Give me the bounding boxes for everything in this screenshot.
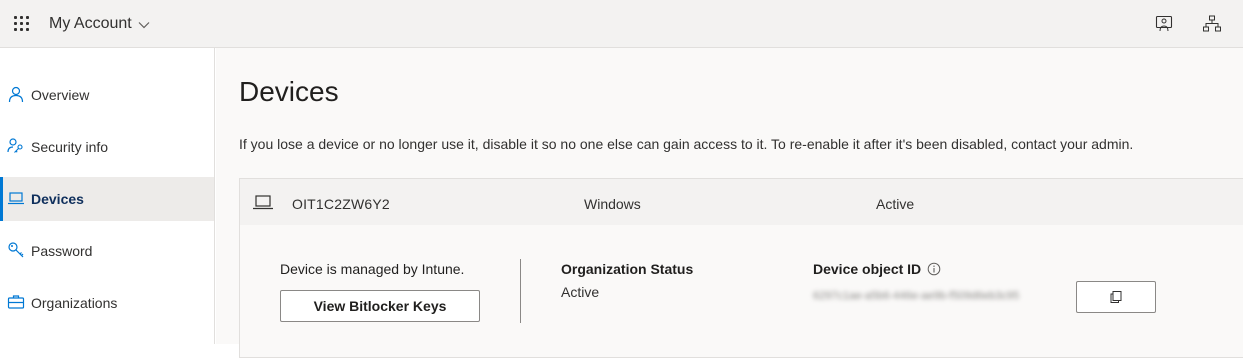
key-icon (8, 242, 24, 258)
sidebar-item-security-info[interactable]: Security info (0, 125, 214, 169)
sidebar-nav: Overview Security info Devices Password … (0, 48, 215, 344)
org-status-label: Organization Status (561, 261, 694, 277)
view-bitlocker-keys-button[interactable]: View Bitlocker Keys (280, 290, 480, 322)
feedback-icon[interactable] (1154, 14, 1174, 34)
sidebar-item-organizations[interactable]: Organizations (0, 281, 214, 325)
org-status-value: Active (561, 284, 600, 300)
sidebar-item-label: Overview (31, 87, 90, 103)
laptop-icon (8, 192, 24, 205)
page-title: Devices (239, 76, 339, 107)
device-card: OIT1C2ZW6Y2 Windows Active Device is man… (239, 178, 1243, 358)
briefcase-icon (7, 295, 25, 309)
main-content: Devices If you lose a device or no longe… (216, 48, 1243, 358)
chevron-down-icon (138, 22, 150, 29)
copy-button[interactable] (1076, 281, 1156, 313)
managed-by-text: Device is managed by Intune. (280, 261, 465, 277)
sidebar-item-password[interactable]: Password (0, 229, 214, 273)
sidebar-item-label: Devices (31, 191, 84, 207)
sidebar-item-overview[interactable]: Overview (0, 73, 214, 117)
app-title: My Account (49, 15, 132, 32)
device-status: Active (876, 196, 915, 212)
top-bar: My Account (0, 0, 1243, 48)
sidebar-item-label: Security info (31, 139, 109, 155)
laptop-icon (253, 195, 273, 210)
sidebar-item-devices[interactable]: Devices (0, 177, 214, 221)
device-name: OIT1C2ZW6Y2 (292, 196, 390, 212)
device-object-id-value: 6297c1ae-a5b6-446e-ae9b-f509d6eb3c95 (813, 290, 1020, 302)
device-object-id-heading: Device object ID (813, 261, 941, 277)
app-launcher-icon[interactable] (12, 14, 32, 34)
sidebar-item-label: Password (31, 243, 93, 259)
device-card-header[interactable]: OIT1C2ZW6Y2 Windows Active (240, 179, 1243, 225)
app-title-menu[interactable]: My Account (49, 15, 150, 33)
device-os: Windows (584, 196, 641, 212)
divider (520, 259, 521, 323)
sidebar-item-label: Organizations (31, 295, 118, 311)
security-key-icon (7, 138, 23, 153)
copy-icon (1110, 291, 1122, 303)
org-chart-icon[interactable] (1202, 14, 1222, 34)
device-object-id-label: Device object ID (813, 261, 922, 277)
person-icon (8, 86, 24, 103)
info-icon[interactable] (927, 262, 941, 276)
page-description: If you lose a device or no longer use it… (239, 136, 1134, 152)
